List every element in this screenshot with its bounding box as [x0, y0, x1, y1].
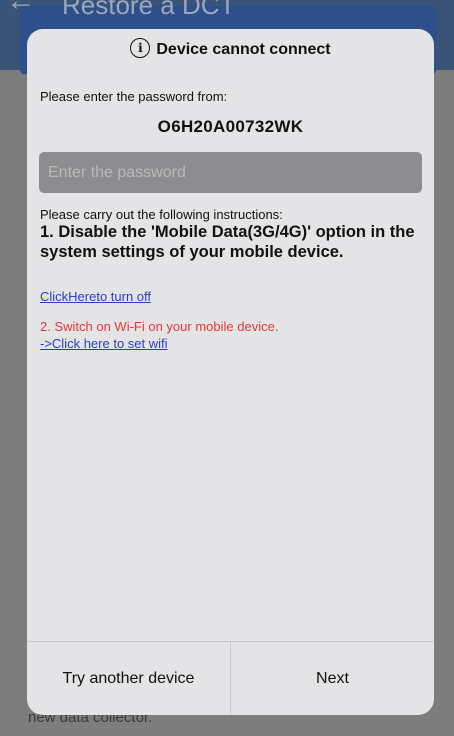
set-wifi-link[interactable]: ->Click here to set wifi	[40, 336, 168, 351]
try-another-device-button[interactable]: Try another device	[27, 642, 230, 715]
instruction-step-1: 1. Disable the 'Mobile Data(3G/4G)' opti…	[40, 223, 415, 261]
dialog-footer: Try another device Next	[27, 641, 434, 715]
device-id: O6H20A00732WK	[157, 117, 304, 136]
instructions-intro: Please carry out the following instructi…	[40, 207, 283, 222]
next-button[interactable]: Next	[231, 642, 434, 715]
back-arrow-icon[interactable]: ←	[6, 0, 36, 16]
password-prompt: Please enter the password from:	[40, 89, 228, 104]
info-icon: i	[130, 37, 151, 58]
dialog-title: i Device cannot connect	[27, 37, 434, 61]
password-input[interactable]	[39, 152, 422, 193]
turn-off-mobile-data-link[interactable]: ClickHereto turn off	[40, 289, 151, 304]
instruction-step-2: 2. Switch on Wi-Fi on your mobile device…	[40, 319, 279, 334]
app-title: Restore a DCT	[62, 0, 236, 20]
connection-dialog: i Device cannot connect Please enter the …	[27, 29, 434, 715]
dialog-title-text: Device cannot connect	[156, 41, 331, 58]
